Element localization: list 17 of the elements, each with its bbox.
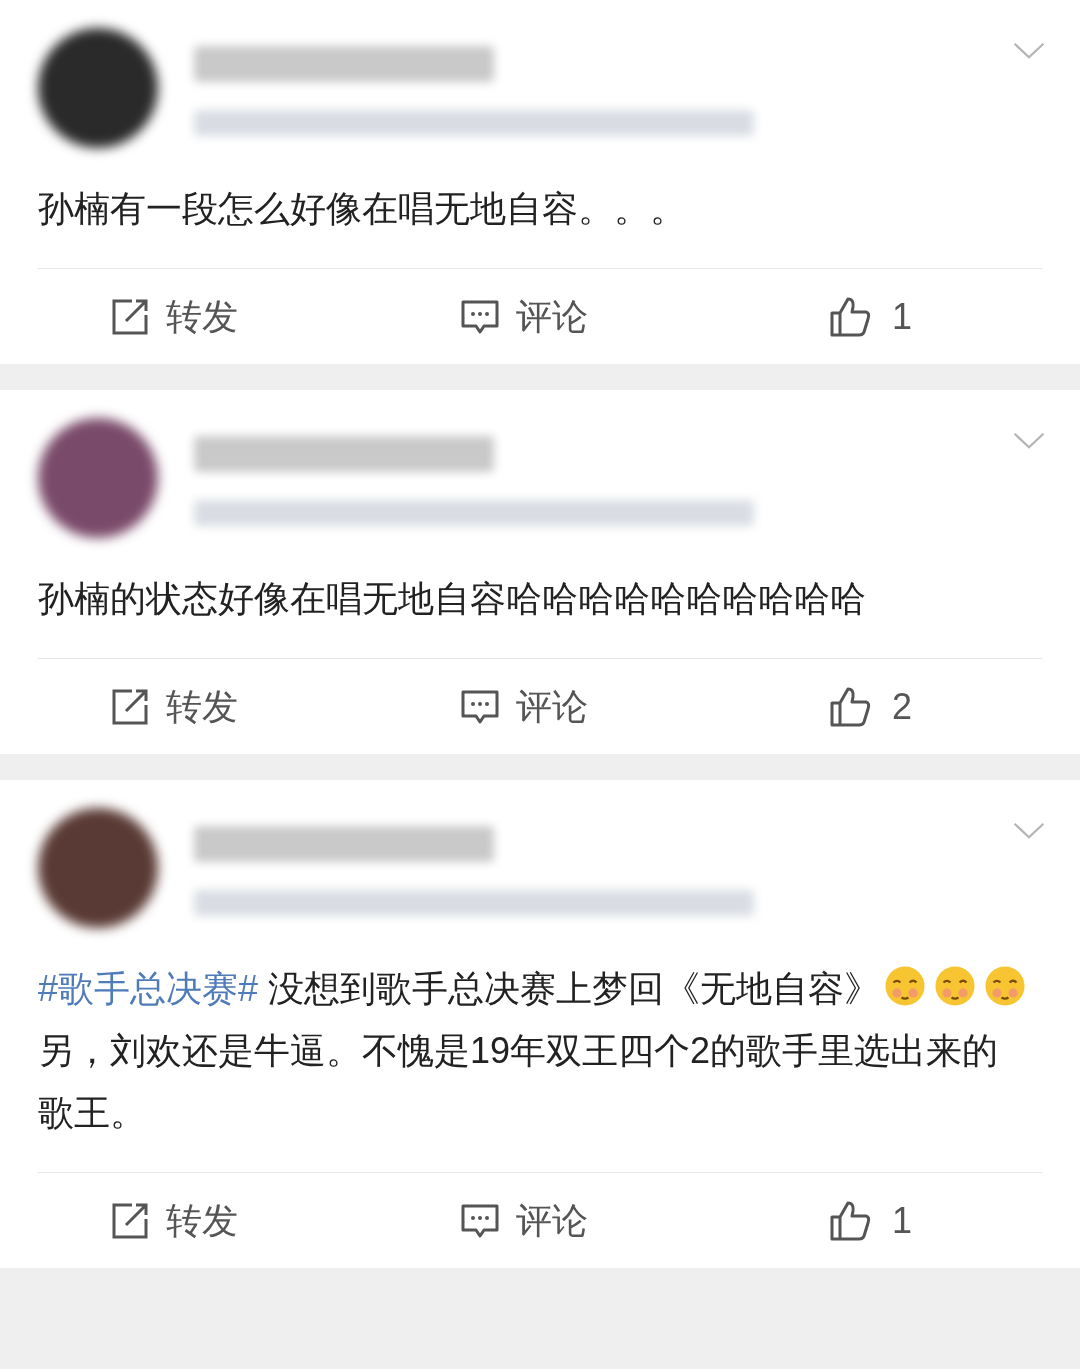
chevron-down-icon[interactable] (1012, 432, 1046, 450)
like-button[interactable]: 1 (828, 1193, 913, 1248)
post-text: 另，刘欢还是牛逼。不愧是19年双王四个2的歌手里选出来的歌王。 (38, 1030, 999, 1133)
post-text: 孙楠的状态好像在唱无地自容哈哈哈哈哈哈哈哈哈哈 (38, 578, 866, 619)
chevron-down-icon[interactable] (1012, 42, 1046, 60)
post-text: 没想到歌手总决赛上梦回《无地自容》 (267, 968, 881, 1009)
comment-button[interactable]: 评论 (460, 1193, 588, 1248)
hashtag-link[interactable]: #歌手总决赛# (38, 968, 259, 1009)
like-button[interactable]: 1 (828, 289, 913, 344)
post-text: 孙楠有一段怎么好像在唱无地自容。。。 (38, 188, 686, 229)
like-button[interactable]: 2 (828, 679, 913, 734)
repost-button[interactable]: 转发 (110, 1193, 238, 1248)
chevron-down-icon[interactable] (1012, 822, 1046, 840)
comment-button[interactable]: 评论 (460, 289, 588, 344)
repost-button[interactable]: 转发 (110, 289, 238, 344)
repost-button[interactable]: 转发 (110, 679, 238, 734)
comment-button[interactable]: 评论 (460, 679, 588, 734)
